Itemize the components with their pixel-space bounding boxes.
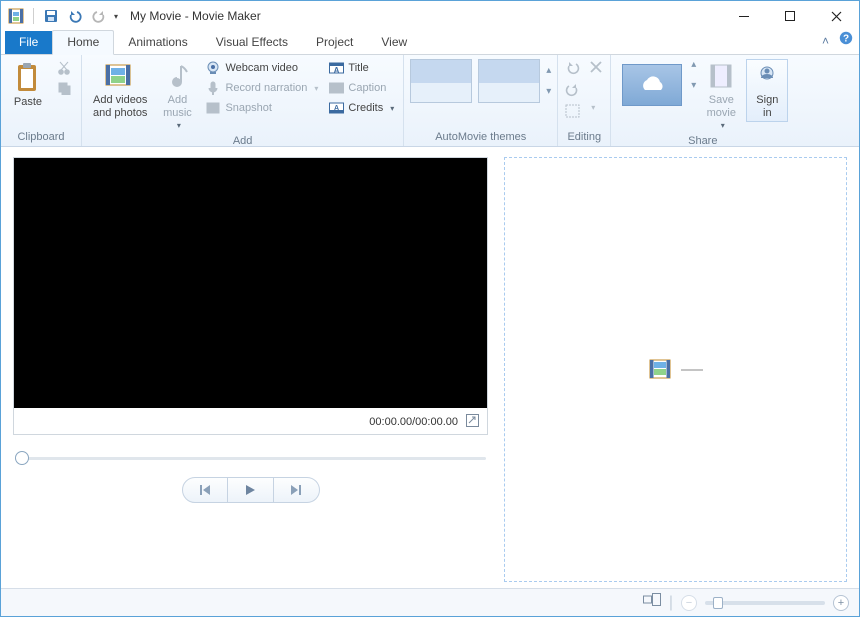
tab-file[interactable]: File: [5, 31, 52, 54]
tab-view[interactable]: View: [367, 31, 421, 54]
automovie-theme-1[interactable]: [410, 59, 472, 103]
ribbon-tabs: File Home Animations Visual Effects Proj…: [1, 31, 859, 55]
caption-button[interactable]: Caption: [325, 79, 397, 97]
microphone-icon: [205, 80, 221, 96]
play-button[interactable]: [228, 477, 274, 503]
share-cloud-button[interactable]: [617, 59, 687, 109]
paste-button[interactable]: Paste: [7, 59, 49, 112]
redo-icon[interactable]: [88, 5, 110, 27]
playback-controls: [13, 477, 488, 503]
window-controls: [721, 1, 859, 31]
delete-icon[interactable]: [588, 59, 604, 75]
copy-button[interactable]: [53, 79, 75, 97]
preview-box: 00:00.00/00:00.00: [13, 157, 488, 435]
caption-icon: [328, 80, 344, 96]
cut-button[interactable]: [53, 59, 75, 77]
playback-time: 00:00.00/00:00.00: [369, 416, 458, 428]
window-title: My Movie - Movie Maker: [130, 9, 721, 23]
rotate-right-icon[interactable]: [564, 81, 580, 97]
zoom-out-button[interactable]: −: [681, 595, 697, 611]
tab-visual-effects[interactable]: Visual Effects: [202, 31, 302, 54]
svg-text:A: A: [334, 105, 339, 112]
media-clip-icon: [649, 359, 673, 381]
storyboard-pane[interactable]: [504, 157, 847, 582]
credits-icon: A: [328, 100, 344, 116]
ribbon: Paste Clipboard Add videos and photos Ad…: [1, 55, 859, 147]
tab-animations[interactable]: Animations: [114, 31, 201, 54]
maximize-button[interactable]: [767, 1, 813, 31]
webcam-video-button[interactable]: Webcam video: [202, 59, 321, 77]
add-videos-photos-button[interactable]: Add videos and photos: [88, 59, 152, 122]
app-window: ▾ My Movie - Movie Maker File Home Anima…: [0, 0, 860, 617]
close-button[interactable]: [813, 1, 859, 31]
fullscreen-icon[interactable]: [466, 414, 479, 430]
undo-icon[interactable]: [64, 5, 86, 27]
group-add: Add videos and photos Add music▾ Webcam …: [82, 55, 404, 146]
save-icon[interactable]: [40, 5, 62, 27]
save-movie-button[interactable]: Save movie▾: [700, 59, 742, 133]
snapshot-button[interactable]: Snapshot: [202, 99, 321, 117]
quick-access-toolbar: ▾: [5, 5, 118, 27]
title-icon: A: [328, 60, 344, 76]
thumbnail-size-icon[interactable]: [643, 593, 661, 612]
content-area: 00:00.00/00:00.00: [1, 147, 859, 588]
themes-scroll-down-icon[interactable]: ▾: [546, 86, 551, 97]
scissors-icon: [56, 60, 72, 76]
title-bar: ▾ My Movie - Movie Maker: [1, 1, 859, 31]
svg-text:A: A: [334, 66, 340, 75]
title-button[interactable]: ATitle: [325, 59, 397, 77]
prev-frame-button[interactable]: [182, 477, 228, 503]
next-frame-button[interactable]: [274, 477, 320, 503]
help-icon[interactable]: ?: [839, 31, 853, 50]
cloud-icon: [635, 74, 669, 96]
share-scroll-down-icon[interactable]: ▾: [691, 80, 696, 91]
drop-media-hint: [649, 359, 703, 381]
app-icon: [5, 5, 27, 27]
copy-icon: [56, 80, 72, 96]
snapshot-icon: [205, 100, 221, 116]
rotate-left-icon[interactable]: [564, 59, 580, 75]
ribbon-collapse-icon[interactable]: ˄: [822, 34, 829, 48]
seek-slider[interactable]: [15, 449, 486, 467]
themes-scroll-up-icon[interactable]: ▴: [546, 65, 551, 76]
group-automovie: ▴ ▾ AutoMovie themes: [404, 55, 558, 146]
record-narration-button[interactable]: Record narration▾: [202, 79, 321, 97]
automovie-theme-2[interactable]: [478, 59, 540, 103]
video-preview: [14, 158, 487, 408]
preview-pane: 00:00.00/00:00.00: [13, 157, 488, 582]
group-clipboard: Paste Clipboard: [1, 55, 82, 146]
share-scroll-up-icon[interactable]: ▴: [691, 59, 696, 70]
status-bar: | − +: [1, 588, 859, 616]
svg-text:?: ?: [843, 34, 849, 45]
sign-in-button[interactable]: Sign in: [746, 59, 788, 122]
minimize-button[interactable]: [721, 1, 767, 31]
select-all-icon[interactable]: [564, 103, 580, 119]
add-music-button[interactable]: Add music▾: [156, 59, 198, 133]
zoom-slider[interactable]: [705, 601, 825, 605]
webcam-icon: [205, 60, 221, 76]
qat-customize-icon[interactable]: ▾: [114, 12, 118, 21]
credits-button[interactable]: ACredits▾: [325, 99, 397, 117]
tab-home[interactable]: Home: [52, 30, 114, 55]
zoom-in-button[interactable]: +: [833, 595, 849, 611]
group-share: ▴ ▾ Save movie▾ Sign in Share: [611, 55, 794, 146]
tab-project[interactable]: Project: [302, 31, 367, 54]
group-editing: ▾ Editing: [558, 55, 611, 146]
